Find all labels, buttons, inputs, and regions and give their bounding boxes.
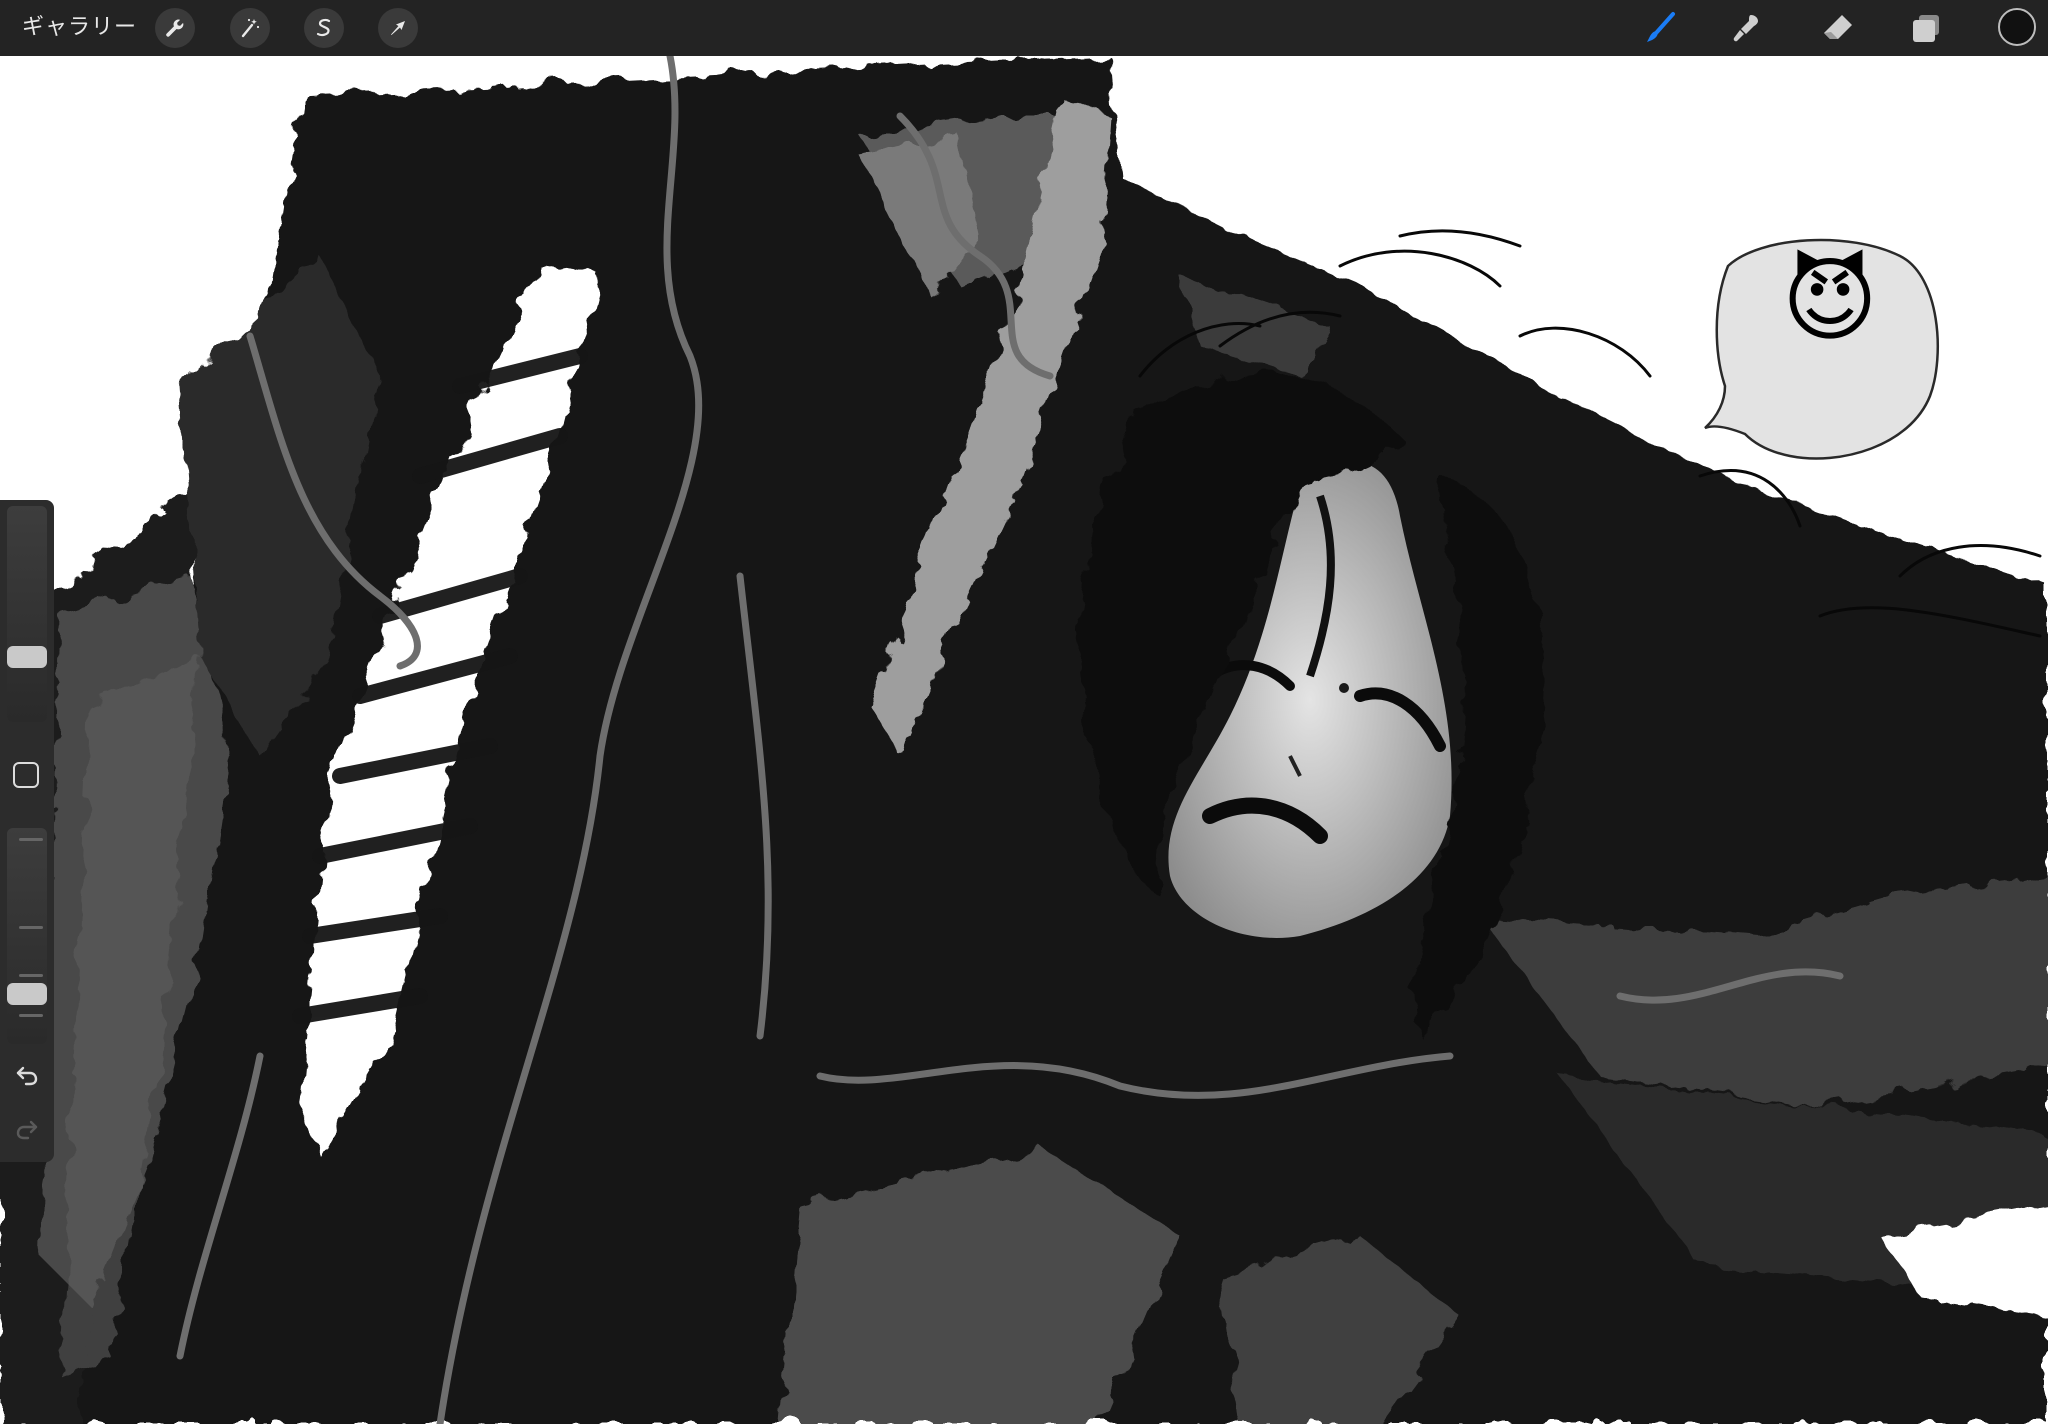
smudge-icon — [1733, 15, 1758, 42]
brush-tool-button[interactable] — [1640, 8, 1680, 48]
slider-tick — [19, 926, 43, 929]
devil-emoji-sticker: 😈 — [1782, 247, 1878, 354]
procreate-app: ギャラリー 😈 — [0, 0, 2048, 1424]
artwork — [0, 56, 2048, 1424]
redo-button[interactable] — [10, 1112, 44, 1146]
layers-button[interactable] — [1906, 8, 1946, 48]
undo-icon — [16, 1066, 38, 1086]
opacity-slider-thumb[interactable] — [7, 983, 47, 1005]
adjustments-button[interactable] — [230, 8, 270, 48]
actions-button[interactable] — [155, 8, 195, 48]
undo-button[interactable] — [10, 1058, 44, 1092]
eraser-tool-button[interactable] — [1818, 8, 1858, 48]
top-toolbar: ギャラリー — [0, 0, 2048, 56]
wrench-icon — [166, 19, 184, 37]
layers-icon — [1913, 15, 1939, 42]
brush-icon — [1647, 12, 1675, 42]
smudge-tool-button[interactable] — [1726, 8, 1766, 48]
eraser-icon — [1824, 15, 1852, 39]
opacity-slider[interactable] — [7, 828, 47, 1044]
brush-size-slider-thumb[interactable] — [7, 646, 47, 668]
drawing-canvas[interactable]: 😈 — [0, 56, 2048, 1424]
color-picker-button[interactable] — [1998, 8, 2036, 46]
slider-tick — [19, 838, 43, 841]
gallery-button[interactable]: ギャラリー — [22, 12, 137, 44]
transform-button[interactable] — [378, 8, 418, 48]
slider-tick — [19, 974, 43, 977]
selection-s-icon — [316, 18, 331, 37]
arrow-cursor-icon — [391, 21, 405, 35]
redo-icon — [16, 1120, 38, 1140]
magic-wand-icon — [241, 18, 260, 38]
brush-size-slider[interactable] — [7, 506, 47, 722]
modify-button[interactable] — [13, 762, 39, 788]
left-sidebar — [0, 500, 54, 1162]
slider-tick — [19, 1014, 43, 1017]
selection-button[interactable] — [304, 8, 344, 48]
